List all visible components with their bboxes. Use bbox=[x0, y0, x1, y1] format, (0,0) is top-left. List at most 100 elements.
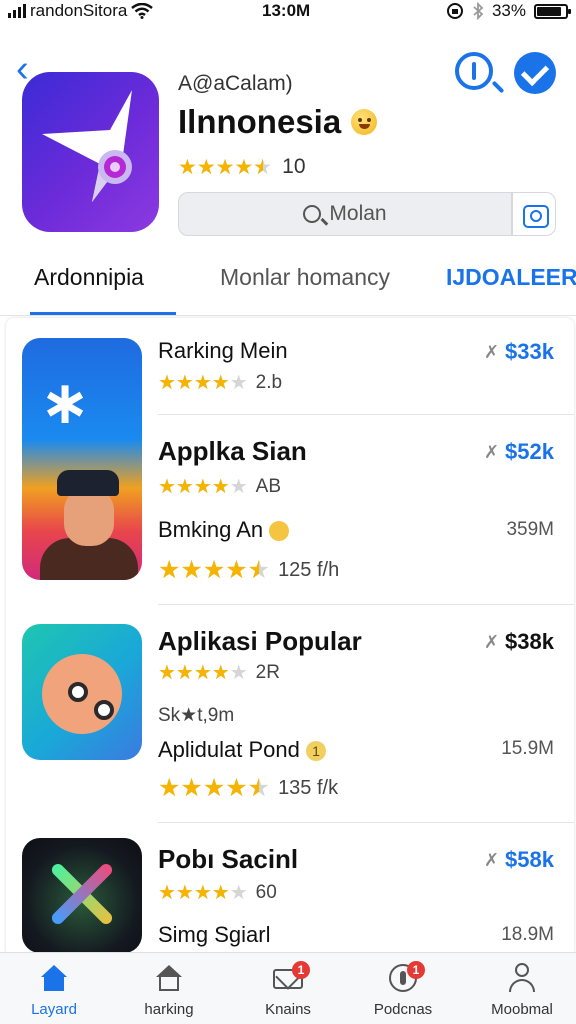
list-item-title[interactable]: Simg Sgiarl bbox=[158, 922, 270, 948]
list-item-title[interactable]: Aplidulat Pond 1 bbox=[158, 737, 327, 763]
price-tag[interactable]: ✗ $38k bbox=[484, 629, 554, 655]
price-value: $52k bbox=[505, 439, 554, 464]
list-item-rating: ★★★★★★★★★★ 60 bbox=[158, 882, 277, 904]
house-outline-icon bbox=[156, 965, 182, 991]
list-item-rating: ★★★★★★★★★★ AB bbox=[158, 476, 281, 498]
nav-item-knains[interactable]: 1 Knains bbox=[240, 953, 336, 1024]
price-tag[interactable]: ✗ $58k bbox=[484, 847, 554, 873]
app-size: 15.9M bbox=[501, 738, 554, 759]
search-info-icon[interactable] bbox=[455, 52, 493, 90]
app-thumbnail-x[interactable] bbox=[22, 838, 142, 953]
list-item-rating: ★★★★★★★★★★ 125 f/h bbox=[158, 558, 339, 583]
tab-monlar-homancy[interactable]: Monlar homancy bbox=[220, 264, 390, 291]
rating-meta: 135 f/k bbox=[278, 777, 339, 799]
pilot-cap bbox=[57, 470, 119, 496]
divider bbox=[158, 822, 574, 823]
star-logo-icon bbox=[42, 90, 132, 202]
rating-meta: 2.b bbox=[255, 372, 283, 393]
clock: 13:0M bbox=[262, 1, 311, 20]
search-placeholder: Molan bbox=[329, 202, 387, 225]
wifi-icon bbox=[131, 3, 154, 19]
list-item-title-text: Aplidulat Pond bbox=[158, 737, 300, 762]
price-tag[interactable]: ✗ $33k bbox=[484, 339, 554, 365]
battery-icon bbox=[534, 3, 571, 19]
character-eye bbox=[94, 700, 114, 720]
tab-ardonnipia[interactable]: Ardonnipia bbox=[34, 264, 144, 291]
nav-item-podcnas[interactable]: 1 Podcnas bbox=[355, 953, 451, 1024]
nav-item-moobmal[interactable]: Moobmal bbox=[474, 953, 570, 1024]
bottom-nav: Layard harking 1 Knains 1 Podcnas Moobma… bbox=[0, 952, 576, 1024]
status-left: randonSitora bbox=[8, 1, 154, 21]
list-item-title[interactable]: Aplikasi Popular bbox=[158, 626, 362, 657]
list-item-title[interactable]: Pobı Sacinl bbox=[158, 844, 298, 875]
logo-glyph-icon: ∗ bbox=[40, 369, 91, 436]
emoji-icon bbox=[351, 109, 378, 135]
app-title: Ilnnonesia bbox=[178, 103, 342, 140]
list-item-rating: ★★★★★★★★★★ 2R bbox=[158, 662, 280, 684]
pilot-face bbox=[64, 488, 114, 546]
app-rating: ★★★★★★★★★★ 10 bbox=[178, 155, 306, 179]
nav-label: Moobmal bbox=[491, 1001, 553, 1018]
app-size: 18.9M bbox=[501, 924, 554, 945]
nav-item-layard[interactable]: Layard bbox=[6, 953, 102, 1024]
bluetooth-icon bbox=[473, 2, 484, 20]
list-item-title-text: Bmking An bbox=[158, 517, 264, 542]
app-size: 359M bbox=[506, 519, 554, 540]
status-right: 33% bbox=[446, 1, 571, 21]
rating-stars: ★★★★★★★★★★ bbox=[158, 882, 248, 904]
search-input[interactable]: Molan bbox=[178, 192, 512, 236]
camera-icon[interactable] bbox=[512, 192, 556, 236]
app-icon bbox=[22, 72, 159, 232]
rating-meta: AB bbox=[255, 476, 282, 497]
price-tag[interactable]: ✗ $52k bbox=[484, 439, 554, 465]
divider bbox=[158, 604, 574, 605]
nav-label: Layard bbox=[31, 1001, 77, 1018]
list-item-title[interactable]: Rarking Mein bbox=[158, 338, 288, 364]
price-value: $38k bbox=[505, 629, 554, 654]
tag-icon: ✗ bbox=[483, 631, 500, 652]
rating-stars: ★★★★★★★★★★ bbox=[178, 155, 273, 179]
list-item-note: Sk★t,9m bbox=[158, 705, 235, 726]
list-item-rating: ★★★★★★★★★★ 2.b bbox=[158, 372, 282, 394]
rating-stars: ★★★★★★★★★★ bbox=[158, 662, 248, 684]
list-item-title[interactable]: Bmking An bbox=[158, 517, 290, 543]
tab-ijdoaleer[interactable]: IJDOALEER bbox=[446, 264, 576, 291]
rating-meta: 125 f/h bbox=[278, 559, 340, 581]
signal-icon bbox=[8, 4, 26, 18]
divider bbox=[158, 414, 574, 415]
rating-count: 10 bbox=[282, 155, 306, 178]
rating-meta: 60 bbox=[255, 882, 277, 903]
rating-meta: 2R bbox=[255, 662, 280, 683]
tag-icon: ✗ bbox=[483, 341, 500, 362]
price-value: $58k bbox=[505, 847, 554, 872]
home-icon bbox=[41, 965, 67, 991]
app-thumbnail-pilot[interactable]: ∗ bbox=[22, 338, 142, 580]
rating-stars: ★★★★★★★★★★ bbox=[158, 774, 271, 802]
app-thumbnail-character[interactable] bbox=[22, 624, 142, 760]
battery-percent: 33% bbox=[491, 1, 526, 20]
notification-badge: 1 bbox=[292, 961, 310, 979]
verified-check-icon[interactable] bbox=[514, 52, 556, 94]
character-eye bbox=[68, 682, 88, 702]
battery-fill bbox=[537, 6, 561, 16]
carrier-name: randonSitora bbox=[30, 1, 128, 20]
app-title-row: Ilnnonesia bbox=[178, 103, 378, 141]
notification-badge: 1 bbox=[407, 961, 425, 979]
rating-stars: ★★★★★★★★★★ bbox=[158, 556, 271, 584]
nav-item-harking[interactable]: harking bbox=[121, 953, 217, 1024]
tag-icon: ✗ bbox=[483, 441, 500, 462]
price-value: $33k bbox=[505, 339, 554, 364]
list-item-rating: ★★★★★★★★★★ 135 f/k bbox=[158, 776, 338, 801]
tag-icon: ✗ bbox=[483, 849, 500, 870]
nav-label: Podcnas bbox=[373, 1001, 433, 1018]
search-icon bbox=[303, 205, 322, 223]
list-item-title[interactable]: Applka Sian bbox=[158, 436, 307, 467]
rating-stars: ★★★★★★★★★★ bbox=[158, 372, 248, 394]
wink-emoji-icon bbox=[269, 521, 290, 542]
number-badge-icon: 1 bbox=[306, 741, 327, 762]
rating-stars: ★★★★★★★★★★ bbox=[158, 476, 248, 498]
divider bbox=[0, 315, 576, 316]
lock-rotation-icon bbox=[446, 3, 463, 19]
nav-label: Knains bbox=[265, 1001, 311, 1018]
nav-label: harking bbox=[144, 1001, 194, 1018]
